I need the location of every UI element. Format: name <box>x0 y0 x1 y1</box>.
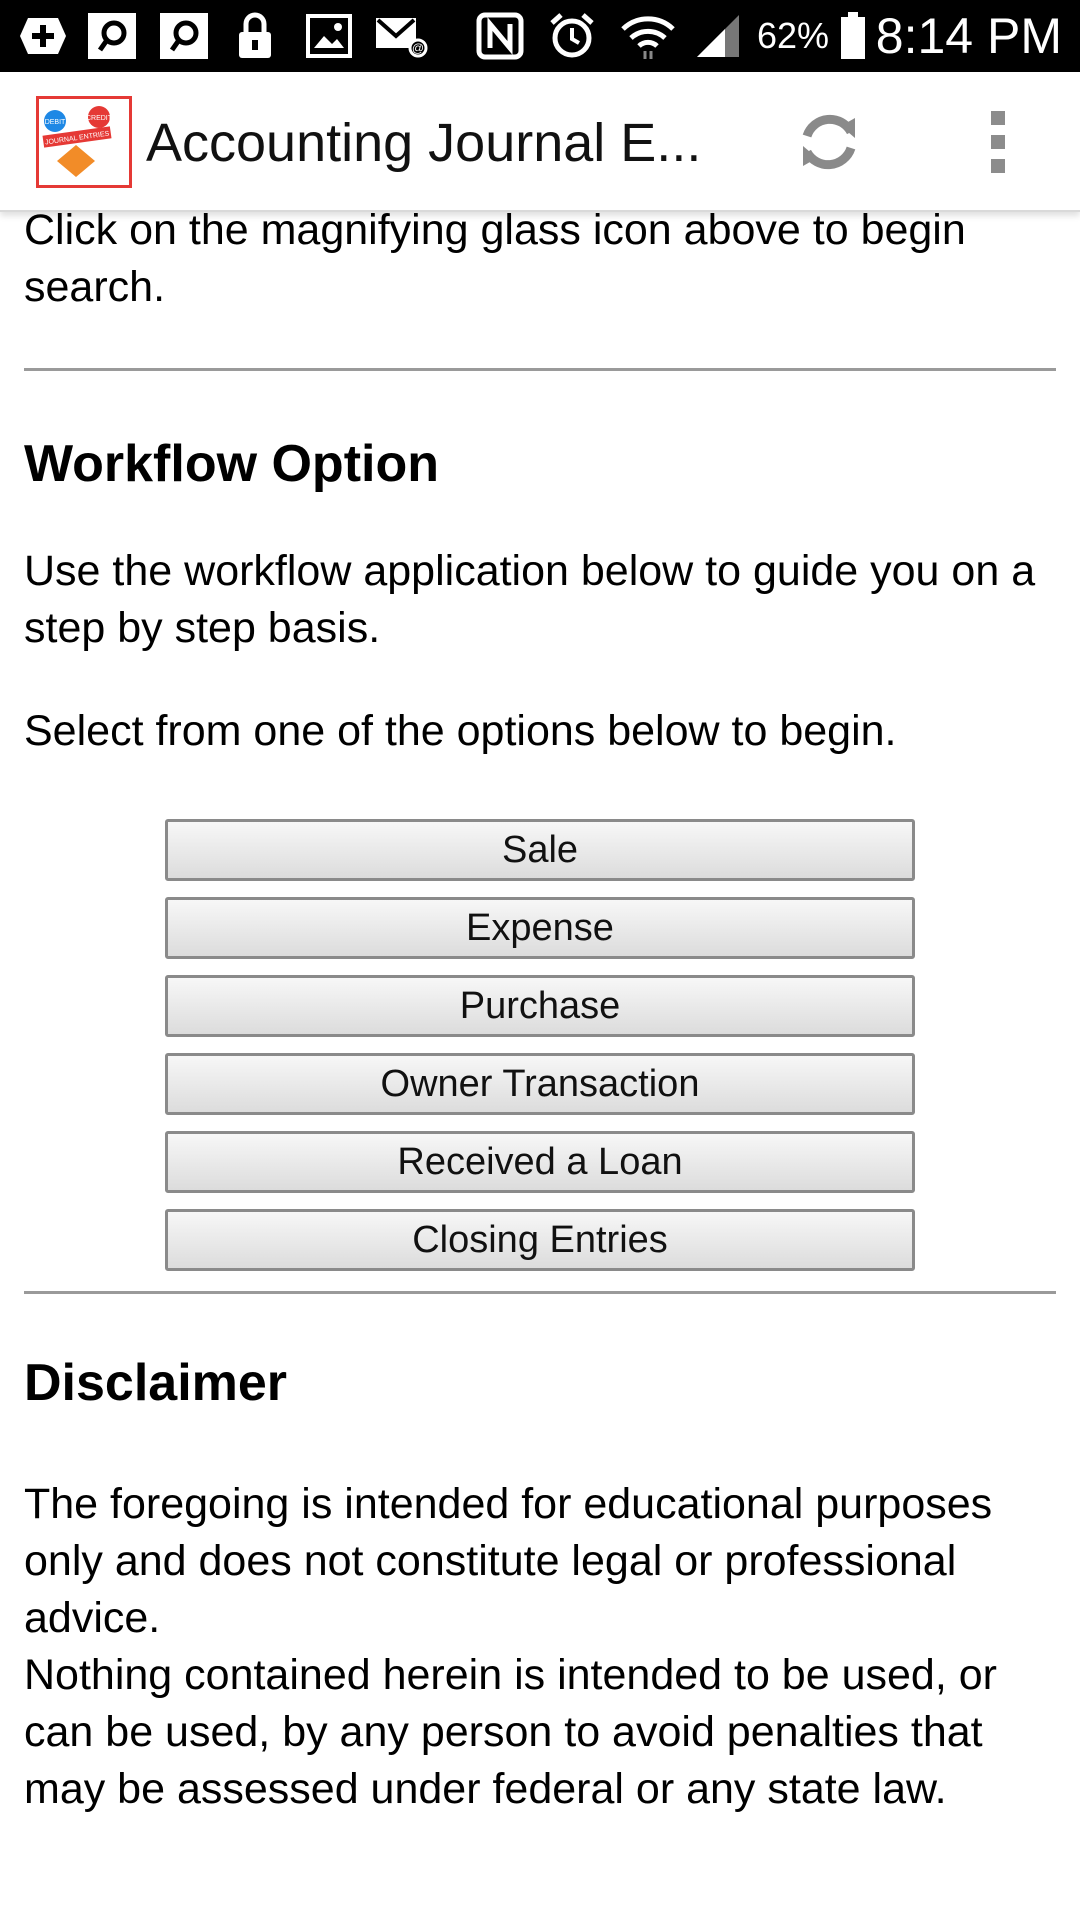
page-content: Click on the magnifying glass icon above… <box>24 200 1056 1818</box>
refresh-icon <box>802 114 856 170</box>
wifi-icon <box>618 10 678 62</box>
search-app-icon <box>86 10 138 62</box>
disclaimer-text: The foregoing is intended for educationa… <box>24 1476 1056 1818</box>
logo-badge-left: DEBIT <box>45 119 66 126</box>
search-instruction: Click on the magnifying glass icon above… <box>24 206 966 311</box>
disclaimer-paragraph-2: Nothing contained herein is intended to … <box>24 1651 997 1813</box>
overflow-menu-button[interactable] <box>968 102 1028 182</box>
workflow-heading: Workflow Option <box>24 435 439 493</box>
status-bar: @ 62% 8:14 PM <box>0 0 1080 72</box>
workflow-description: Use the workflow application below to gu… <box>24 547 1036 652</box>
lock-icon <box>234 10 276 62</box>
disclaimer-paragraph-1: The foregoing is intended for educationa… <box>24 1480 993 1642</box>
app-bar: DEBIT CREDIT JOURNAL ENTRIES Accounting … <box>0 72 1080 212</box>
workflow-options: Sale Expense Purchase Owner Transaction … <box>165 819 915 1271</box>
mail-icon: @ <box>374 10 430 62</box>
divider <box>24 368 1056 371</box>
sale-button[interactable]: Sale <box>165 819 915 881</box>
overflow-menu-dot <box>991 135 1005 149</box>
battery-percentage: 62% <box>757 15 830 56</box>
alarm-icon <box>546 10 598 62</box>
owner-transaction-button[interactable]: Owner Transaction <box>165 1053 915 1115</box>
clock: 8:14 PM <box>875 8 1062 64</box>
refresh-button[interactable] <box>784 102 874 182</box>
search-app-icon <box>158 10 210 62</box>
disclaimer-heading: Disclaimer <box>24 1354 288 1412</box>
nfc-icon <box>474 10 526 62</box>
signal-icon <box>694 10 744 62</box>
overflow-menu-dot <box>991 159 1005 173</box>
expense-button[interactable]: Expense <box>165 897 915 959</box>
divider <box>24 1291 1056 1294</box>
add-icon <box>16 10 70 62</box>
app-logo: DEBIT CREDIT JOURNAL ENTRIES <box>36 96 132 188</box>
svg-text:@: @ <box>412 41 424 55</box>
closing-entries-button[interactable]: Closing Entries <box>165 1209 915 1271</box>
overflow-menu-icon <box>991 111 1005 125</box>
image-icon <box>304 10 354 62</box>
logo-badge-right: CREDIT <box>86 115 113 122</box>
purchase-button[interactable]: Purchase <box>165 975 915 1037</box>
received-loan-button[interactable]: Received a Loan <box>165 1131 915 1193</box>
workflow-prompt: Select from one of the options below to … <box>24 707 897 755</box>
app-title: Accounting Journal E... <box>146 113 702 173</box>
battery-icon <box>838 10 868 62</box>
